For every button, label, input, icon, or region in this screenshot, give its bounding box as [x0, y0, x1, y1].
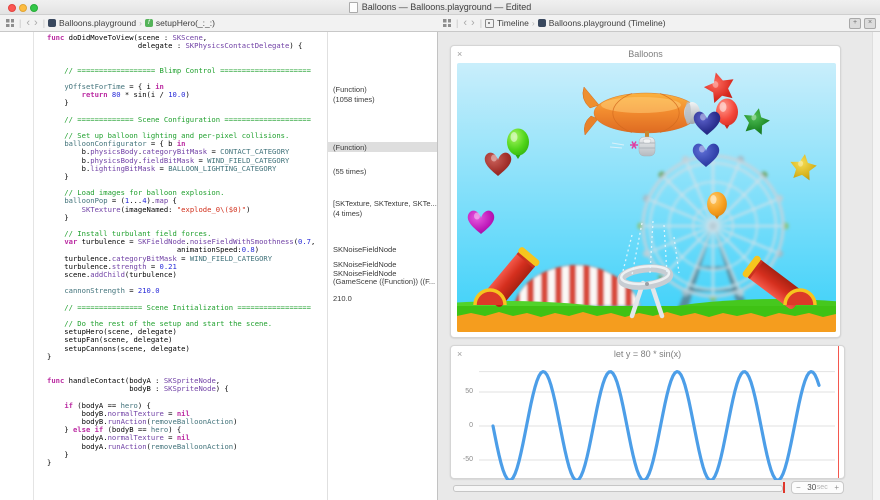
code-line[interactable]: // =============== Scene Initialization … [47, 304, 315, 312]
result-annotation[interactable]: (GameScene ({Function}) ((F... [328, 276, 438, 286]
code-line[interactable]: bodyA.runAction(removeBalloonAction) [47, 443, 315, 451]
playground-file-icon [48, 19, 56, 27]
breadcrumb-separator: › [139, 18, 142, 28]
code-text[interactable]: func doDidMoveToView(scene : SKScene, de… [47, 34, 315, 467]
code-line[interactable]: bodyB : SKSpriteNode) { [47, 385, 315, 393]
duration-increment-button[interactable]: + [834, 483, 839, 492]
code-line[interactable]: } [47, 459, 315, 467]
code-line[interactable]: scene.addChild(turbulence) [47, 271, 315, 279]
breadcrumb-file[interactable]: Balloons.playground [59, 18, 136, 28]
code-line[interactable]: } [47, 353, 315, 361]
duration-value: 30 [807, 483, 816, 492]
code-line[interactable]: } [47, 99, 315, 107]
code-line[interactable]: return 80 * sin(i / 10.0) [47, 91, 315, 99]
breadcrumb-doc[interactable]: Balloons.playground (Timeline) [549, 18, 666, 28]
separator: | [19, 18, 21, 28]
title-area: Balloons — Balloons.playground — Edited [0, 0, 880, 14]
window-title: Balloons — Balloons.playground — Edited [362, 2, 532, 12]
timeline-playhead[interactable] [838, 346, 840, 478]
code-line[interactable]: // ================== Blimp Control ====… [47, 67, 315, 75]
breadcrumb-timeline[interactable]: Timeline [497, 18, 529, 28]
result-annotation[interactable]: (55 times) [328, 166, 438, 176]
forward-button[interactable]: › [471, 18, 475, 28]
xcode-playground-window: Balloons — Balloons.playground — Edited … [0, 0, 880, 500]
forward-button[interactable]: › [34, 18, 38, 28]
code-line[interactable]: } [47, 214, 315, 222]
code-line[interactable]: // ============= Scene Configuration ===… [47, 116, 315, 124]
jump-bars: | ‹ › | Balloons.playground › f setupHer… [0, 15, 880, 32]
code-line[interactable]: SKTexture(imageNamed: "explode_0\($0)") [47, 206, 315, 214]
code-line[interactable]: delegate : SKPhysicsContactDelegate) { [47, 42, 315, 50]
back-button[interactable]: ‹ [463, 18, 467, 28]
timeline-scrubber[interactable] [453, 485, 783, 492]
breadcrumb-symbol[interactable]: setupHero(_:_:) [156, 18, 215, 28]
graph-title: let y = 80 * sin(x) [451, 349, 844, 359]
playground-results-sidebar: (Function)(1058 times)(Function)(55 time… [327, 32, 438, 500]
timeline-icon [485, 19, 494, 28]
ground-strip [457, 306, 836, 332]
related-items-icon[interactable] [6, 19, 14, 27]
code-line[interactable]: } [47, 451, 315, 459]
sine-plot [459, 362, 835, 480]
code-line[interactable] [47, 361, 315, 369]
scrollbar-track[interactable] [872, 32, 880, 500]
result-annotation[interactable]: SKNoiseFieldNode [328, 244, 438, 254]
add-assistant-editor-button[interactable]: + [849, 18, 861, 29]
code-line[interactable]: b.lightingBitMask = BALLOON_LIGHTING_CAT… [47, 165, 315, 173]
result-annotation[interactable]: [SKTexture, SKTexture, SKTe... [328, 198, 438, 208]
assistant-editor-buttons: + × [849, 18, 876, 29]
gutter-divider [33, 32, 34, 500]
value-history-graph-card: × let y = 80 * sin(x) 500-50 [450, 345, 845, 479]
result-annotation[interactable]: (Function) [328, 84, 438, 94]
title-bar: Balloons — Balloons.playground — Edited [0, 0, 880, 15]
duration-decrement-button[interactable]: − [796, 483, 801, 492]
code-line[interactable]: setupCannons(scene, delegate) [47, 345, 315, 353]
assistant-editor-jumpbar: | ‹ › | Timeline › Balloons.playground (… [443, 15, 873, 31]
timeline-duration-stepper: − 30 sec + [791, 481, 844, 494]
breadcrumb-separator: › [532, 18, 535, 28]
result-annotation[interactable]: (Function) [328, 142, 438, 152]
code-line[interactable]: cannonStrength = 210.0 [47, 287, 315, 295]
result-annotation[interactable]: (1058 times) [328, 94, 438, 104]
close-assistant-editor-button[interactable]: × [864, 18, 876, 29]
result-annotation[interactable]: 210.0 [328, 293, 438, 303]
function-symbol-icon: f [145, 19, 153, 27]
code-line[interactable] [47, 50, 315, 58]
playground-file-icon [538, 19, 546, 27]
back-button[interactable]: ‹ [26, 18, 30, 28]
timeline-pane: × Balloons [438, 32, 880, 500]
code-line[interactable]: } [47, 173, 315, 181]
spritekit-scene-preview [457, 63, 836, 332]
primary-editor-jumpbar: | ‹ › | Balloons.playground › f setupHer… [6, 15, 431, 31]
separator: | [43, 18, 45, 28]
duration-unit: sec [817, 484, 828, 491]
related-items-icon[interactable] [443, 19, 451, 27]
balloons-scene-card: × Balloons [450, 45, 841, 338]
document-proxy-icon[interactable] [349, 2, 358, 13]
result-annotation[interactable]: (4 times) [328, 208, 438, 218]
separator: | [480, 18, 482, 28]
scrubber-position-tick[interactable] [783, 482, 785, 493]
scene-card-title: Balloons [451, 49, 840, 59]
separator: | [456, 18, 458, 28]
